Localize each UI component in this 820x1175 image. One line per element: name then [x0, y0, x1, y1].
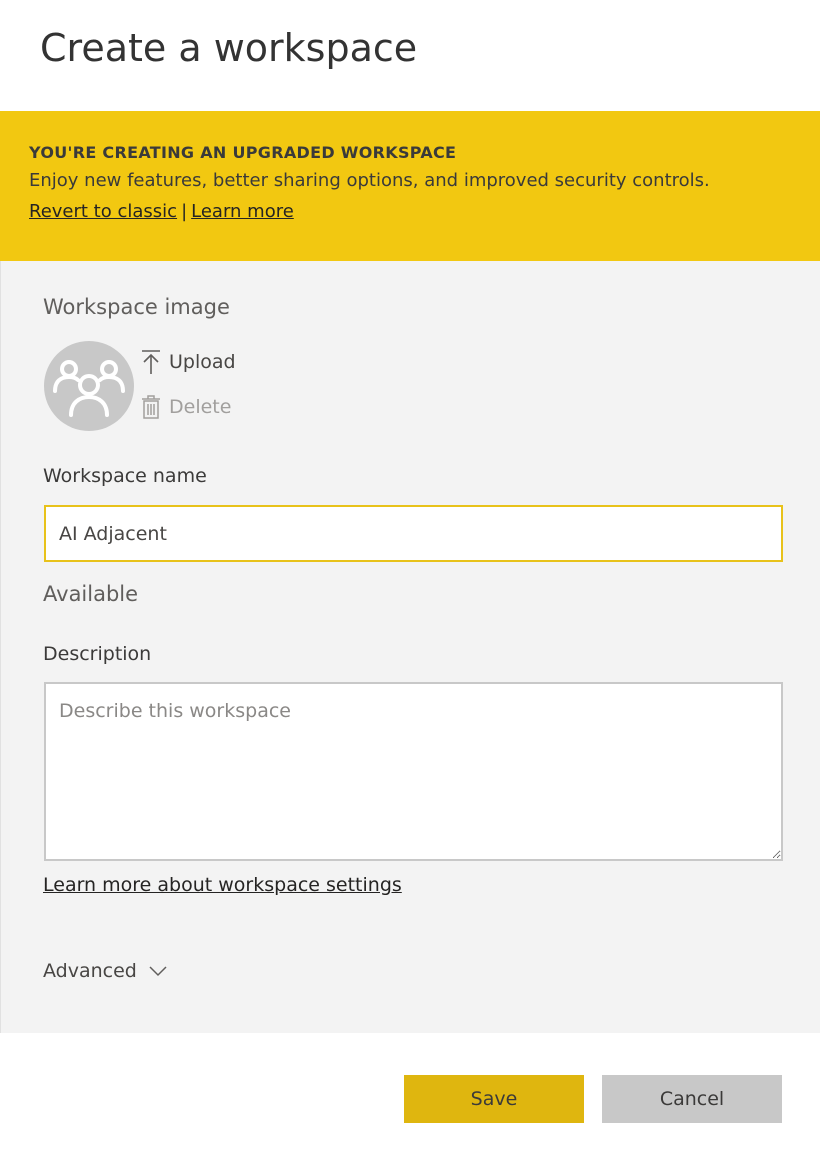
upload-arrow-icon — [142, 350, 160, 374]
banner-link-separator: | — [181, 201, 188, 222]
trash-icon — [142, 395, 160, 419]
banner-heading: YOU'RE CREATING AN UPGRADED WORKSPACE — [29, 143, 457, 162]
learn-more-link[interactable]: Learn more — [191, 201, 294, 222]
name-availability-status: Available — [43, 582, 139, 606]
workspace-image-label: Workspace image — [43, 295, 230, 319]
advanced-toggle[interactable]: Advanced — [43, 960, 167, 982]
workspace-name-input[interactable] — [44, 505, 783, 562]
group-people-icon — [53, 360, 125, 417]
workspace-name-label: Workspace name — [43, 465, 207, 487]
workspace-form: Workspace image Upload Delete Workspace … — [0, 261, 820, 1033]
chevron-down-icon — [149, 966, 167, 977]
banner-text: Enjoy new features, better sharing optio… — [29, 170, 710, 191]
delete-label: Delete — [169, 396, 232, 418]
create-workspace-dialog: Create a workspace YOU'RE CREATING AN UP… — [0, 0, 820, 1175]
save-button[interactable]: Save — [404, 1075, 584, 1123]
cancel-button[interactable]: Cancel — [602, 1075, 782, 1123]
dialog-title: Create a workspace — [40, 26, 418, 70]
upgrade-banner: YOU'RE CREATING AN UPGRADED WORKSPACE En… — [0, 111, 820, 261]
upload-image-button[interactable]: Upload — [141, 349, 236, 375]
advanced-label: Advanced — [43, 960, 137, 982]
description-textarea[interactable] — [44, 682, 783, 861]
workspace-avatar — [44, 341, 134, 431]
workspace-settings-link[interactable]: Learn more about workspace settings — [43, 874, 402, 896]
upload-label: Upload — [169, 351, 236, 373]
revert-to-classic-link[interactable]: Revert to classic — [29, 201, 177, 222]
delete-image-button[interactable]: Delete — [141, 394, 231, 420]
description-label: Description — [43, 643, 152, 665]
banner-links: Revert to classic | Learn more — [29, 201, 820, 222]
